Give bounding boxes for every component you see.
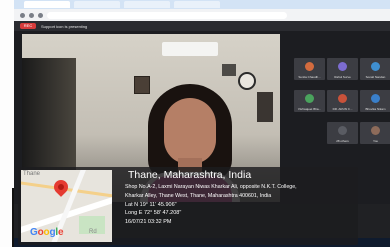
participant-name: Rahul Surve <box>334 75 351 79</box>
avatar <box>371 94 380 103</box>
speaker-face <box>164 98 216 164</box>
participant-tile[interactable]: Rahul Surve <box>327 58 358 80</box>
participant-name: Vishwajeet Bha... <box>297 107 322 111</box>
avatar <box>338 94 347 103</box>
participant-tile[interactable]: You <box>360 122 390 144</box>
air-conditioner <box>162 42 218 56</box>
reload-icon[interactable] <box>38 12 43 18</box>
participant-tile[interactable]: DR. ARUN C... <box>327 90 358 112</box>
participant-name: Bhuvika Nikam <box>365 107 386 111</box>
wall-picture <box>257 92 273 122</box>
wall-picture <box>222 64 236 76</box>
participant-tile[interactable]: Bhuvika Nikam <box>360 90 390 112</box>
logo-letter: e <box>57 227 64 238</box>
avatar <box>305 62 314 71</box>
geotag-datetime: 16/07/21 03:32 PM <box>125 219 172 226</box>
browser-tab[interactable] <box>174 1 220 8</box>
avatar <box>371 62 380 71</box>
participant-name: DR. ARUN C... <box>332 107 353 111</box>
browser-tab[interactable] <box>24 1 70 8</box>
google-logo: Google <box>30 227 64 238</box>
wall-clock-icon <box>238 72 256 90</box>
back-icon[interactable] <box>20 12 25 18</box>
participant-tile[interactable]: Sunita Chaudh... <box>294 58 325 80</box>
avatar <box>305 94 314 103</box>
geotag-details: Shop No.A-2, Laxmi Narayan Niwas Kharkar… <box>125 183 357 227</box>
address-bar <box>14 9 390 21</box>
geotag-latitude: Lat N 19° 11' 45.906" <box>125 201 177 208</box>
meeting-status-bar: REC Support icon is presenting <box>14 21 390 31</box>
participant-name: 28 others <box>336 139 349 143</box>
avatar <box>338 62 347 71</box>
logo-letter: G <box>30 227 38 238</box>
geotag-address-line: Shop No.A-2, Laxmi Narayan Niwas Kharkar… <box>125 184 297 190</box>
location-pin-icon <box>51 177 71 197</box>
geotag-longitude: Long E 72° 58' 47.208" <box>125 210 182 217</box>
map-road-label: Rd <box>89 229 97 235</box>
avatar <box>338 126 347 135</box>
geotag-address-line: Kharkar Alley, Thane West, Thane, Mahara… <box>125 192 272 199</box>
browser-tab[interactable] <box>74 1 120 8</box>
presenting-status: Support icon is presenting <box>41 23 88 29</box>
participant-name: Sonali Nandan <box>365 75 386 79</box>
photo-of-monitor: REC Support icon is presenting Dr.Pritty… <box>0 0 390 247</box>
participant-tile[interactable]: 28 others <box>327 122 358 144</box>
participant-name: You <box>372 139 379 143</box>
geotag-title: Thane, Maharashtra, India <box>128 169 252 181</box>
map-place-label: Thane <box>23 171 41 177</box>
participant-name: Sunita Chaudh... <box>298 75 321 79</box>
browser-tab-strip <box>14 0 390 9</box>
participant-tile[interactable]: Sonali Nandan <box>360 58 390 80</box>
participant-tile[interactable]: Vishwajeet Bha... <box>294 90 325 112</box>
forward-icon[interactable] <box>29 12 34 18</box>
geotag-map: Thane Rd Google <box>21 170 112 242</box>
avatar <box>371 126 380 135</box>
recording-badge: REC <box>20 23 36 29</box>
url-input[interactable] <box>47 11 287 19</box>
browser-tab[interactable] <box>124 1 170 8</box>
